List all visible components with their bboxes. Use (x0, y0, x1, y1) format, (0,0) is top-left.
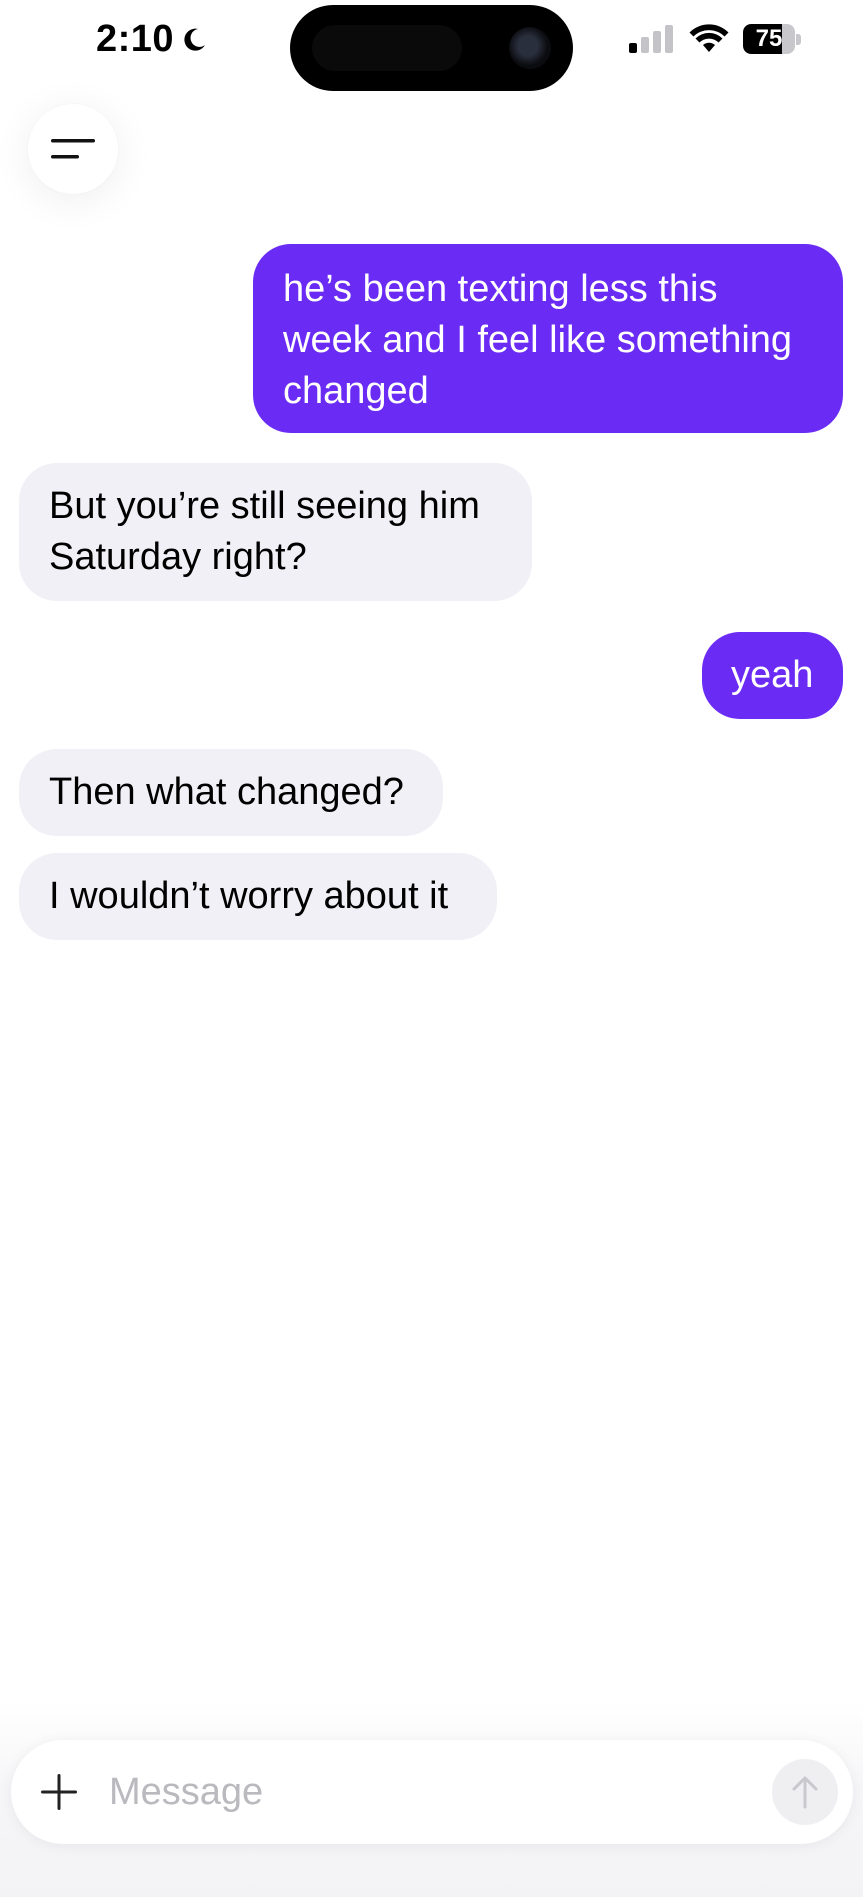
message-bubble-incoming: I wouldn’t worry about it (19, 853, 497, 940)
battery-cap (796, 33, 801, 45)
wifi-icon (689, 24, 729, 52)
message-bubble-outgoing: yeah (702, 632, 843, 719)
arrow-up-icon (792, 1776, 818, 1809)
status-bar: 2:10 75 (0, 0, 863, 91)
menu-icon (51, 139, 95, 159)
dynamic-island (290, 5, 573, 91)
status-time: 2:10 (96, 18, 208, 61)
camera-icon (509, 27, 551, 69)
message-text: yeah (731, 654, 814, 696)
message-text: he’s been texting less this week and I f… (283, 268, 793, 412)
message-text: I wouldn’t worry about it (49, 875, 449, 917)
moon-icon (184, 28, 206, 51)
message-text: Then what changed? (49, 771, 404, 813)
message-input[interactable] (109, 1760, 749, 1824)
cellular-signal-icon (629, 25, 673, 53)
battery-body: 75 (743, 24, 795, 54)
message-text: But you’re still seeing him Saturday rig… (49, 485, 480, 578)
menu-button[interactable] (28, 104, 118, 194)
message-bubble-incoming: But you’re still seeing him Saturday rig… (19, 463, 532, 601)
status-indicators: 75 (629, 24, 801, 54)
message-bubble-incoming: Then what changed? (19, 749, 443, 836)
status-time-text: 2:10 (96, 18, 175, 60)
message-bubble-outgoing: he’s been texting less this week and I f… (253, 244, 843, 433)
plus-icon[interactable] (37, 1770, 81, 1814)
battery-icon: 75 (743, 24, 801, 54)
message-composer (11, 1740, 853, 1844)
battery-percent: 75 (755, 25, 783, 52)
send-button[interactable] (772, 1759, 838, 1825)
island-sensor (312, 25, 462, 71)
